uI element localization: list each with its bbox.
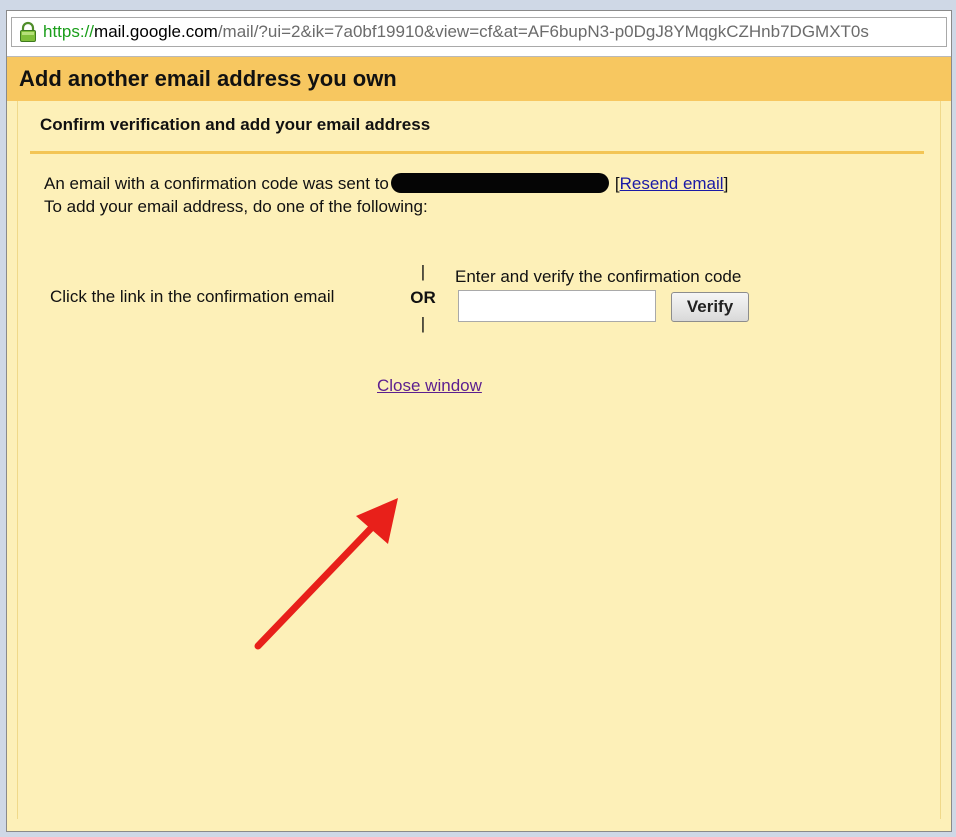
red-arrow-icon: [254, 498, 398, 650]
section-divider: [30, 151, 924, 154]
resend-email-link[interactable]: Resend email: [620, 174, 724, 193]
option-click-link-text: Click the link in the confirmation email: [50, 287, 335, 306]
url-path: /mail/?ui=2&ik=7a0bf19910&view=cf&at=AF6…: [217, 22, 869, 41]
url-host: mail.google.com: [94, 22, 218, 41]
or-separator: | OR |: [408, 261, 438, 335]
or-label: OR: [410, 288, 436, 307]
padlock-icon: [20, 21, 36, 42]
message-prefix: An email with a confirmation code was se…: [44, 174, 389, 193]
dialog-title: Add another email address you own: [19, 66, 397, 91]
url-separator: ://: [79, 22, 95, 41]
verify-button[interactable]: Verify: [671, 292, 749, 322]
redacted-email: [390, 173, 609, 193]
option-code-text: Enter and verify the confirmation code: [455, 267, 742, 286]
popup-window: https://mail.google.com/mail/?ui=2&ik=7a…: [6, 10, 952, 832]
or-bar-bottom: |: [420, 314, 426, 333]
close-window-link[interactable]: Close window: [377, 376, 482, 396]
dialog-header: Add another email address you own: [7, 57, 951, 101]
dialog-content: Confirm verification and add your email …: [17, 101, 941, 819]
address-bar: https://mail.google.com/mail/?ui=2&ik=7a…: [7, 11, 951, 57]
section-title: Confirm verification and add your email …: [40, 115, 431, 134]
url-field[interactable]: https://mail.google.com/mail/?ui=2&ik=7a…: [11, 17, 947, 47]
instructions-text: To add your email address, do one of the…: [44, 197, 428, 216]
confirmation-code-input[interactable]: [458, 290, 656, 322]
resend-bracket-close: ]: [723, 174, 729, 193]
or-bar-top: |: [420, 262, 426, 281]
url-scheme: https: [43, 22, 80, 41]
confirmation-message: An email with a confirmation code was se…: [44, 173, 728, 194]
